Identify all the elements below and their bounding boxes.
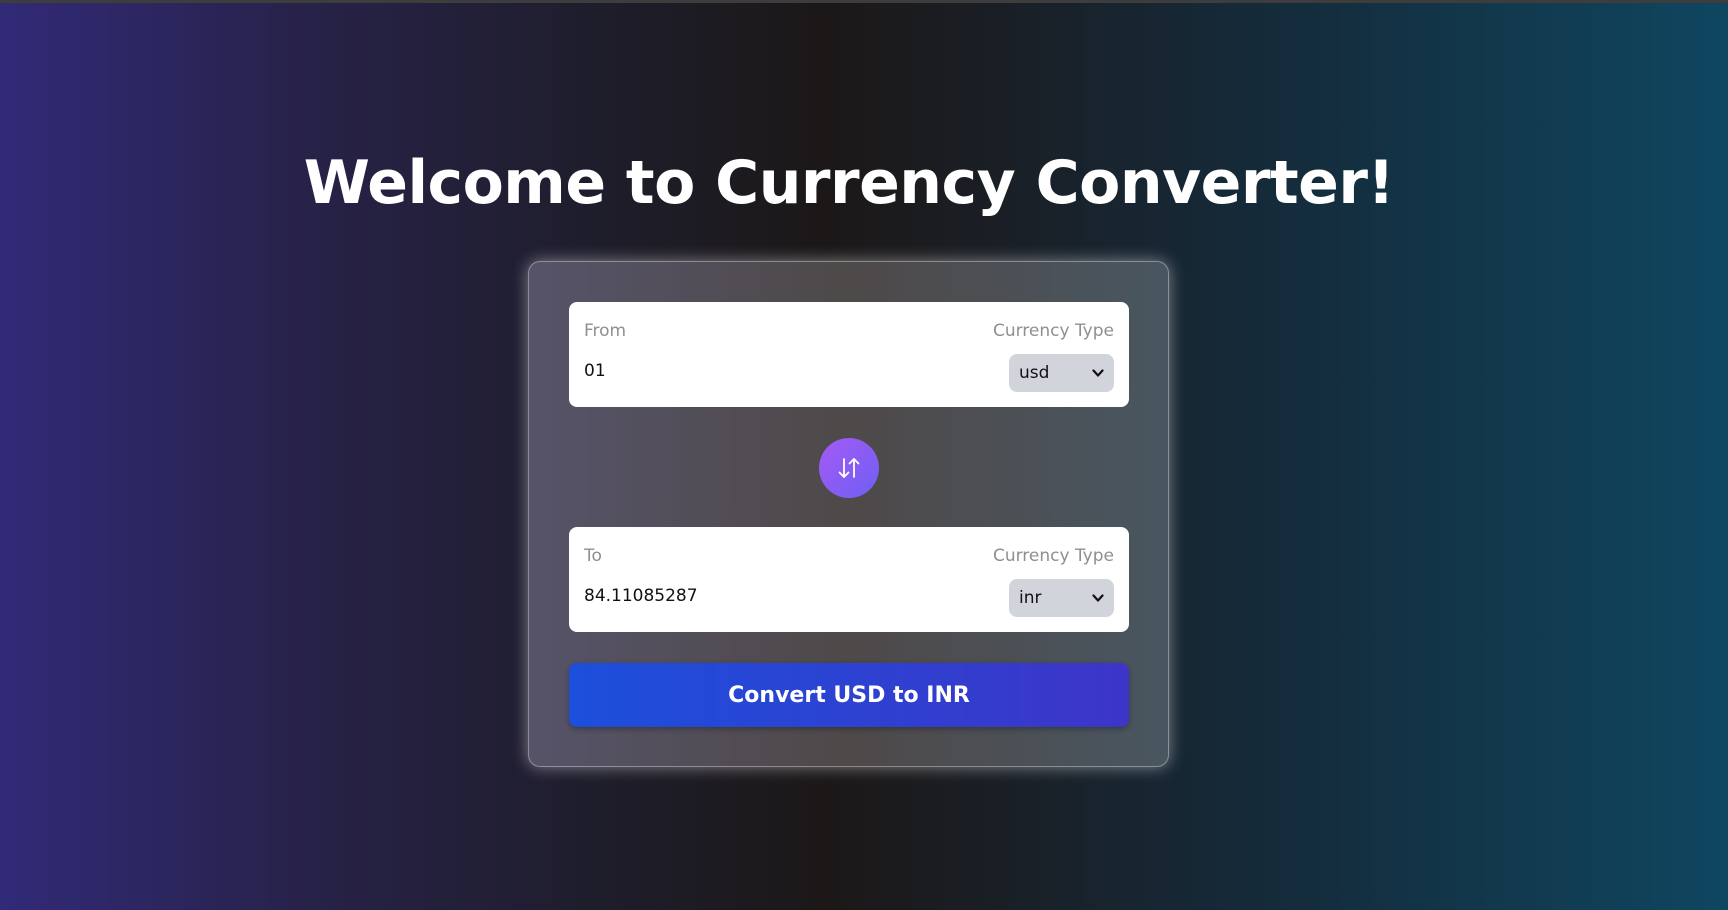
from-currency-type-label: Currency Type: [992, 321, 1114, 341]
from-currency-value: usd: [1019, 363, 1050, 383]
from-currency-select[interactable]: usd: [1009, 354, 1114, 392]
to-amount-input[interactable]: [584, 583, 964, 609]
to-label: To: [584, 546, 602, 566]
swap-button[interactable]: [819, 438, 879, 498]
to-currency-value: inr: [1019, 588, 1042, 608]
convert-button[interactable]: Convert USD to INR: [569, 663, 1129, 727]
from-amount-input[interactable]: [584, 358, 964, 384]
converter-card: From Currency Type usd To Currency Type …: [528, 261, 1169, 767]
page-title: Welcome to Currency Converter!: [303, 148, 1395, 218]
swap-arrows-icon: [838, 458, 860, 478]
to-field-box: To Currency Type inr: [569, 527, 1129, 632]
to-currency-select[interactable]: inr: [1009, 579, 1114, 617]
from-label: From: [584, 321, 627, 341]
from-field-box: From Currency Type usd: [569, 302, 1129, 407]
chevron-down-icon: [1092, 594, 1104, 602]
window-top-border: [0, 0, 1728, 3]
to-currency-type-label: Currency Type: [992, 546, 1114, 566]
chevron-down-icon: [1092, 369, 1104, 377]
